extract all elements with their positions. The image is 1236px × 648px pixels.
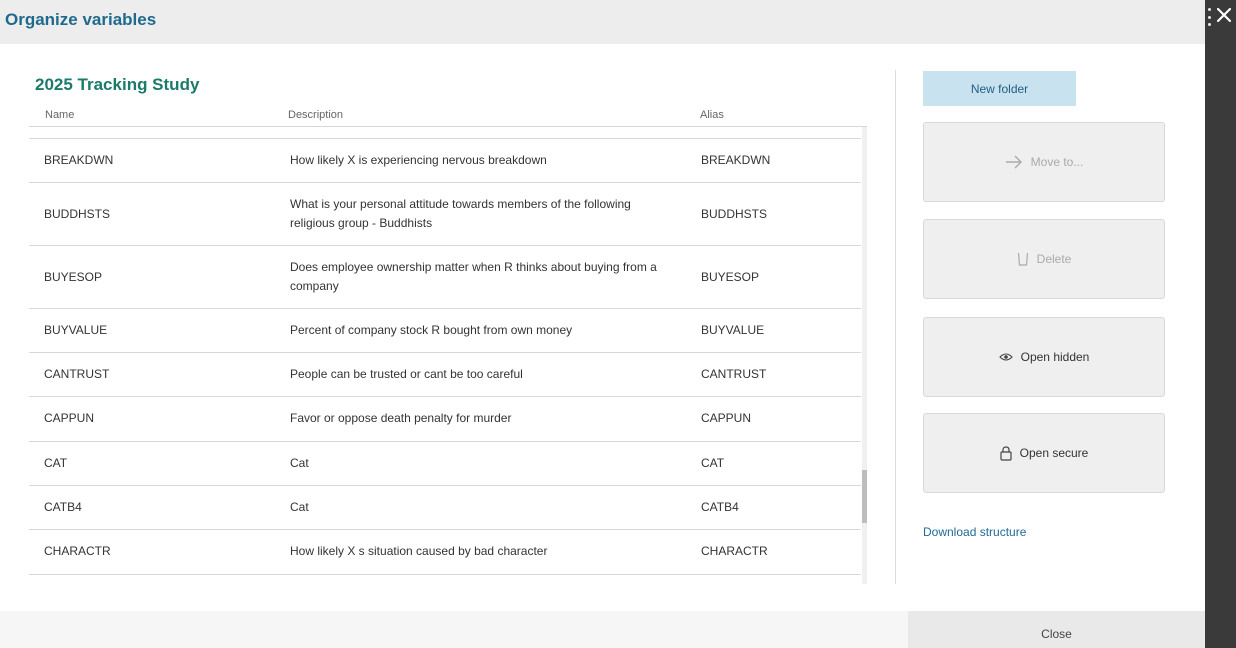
table-row[interactable]: BUDDHSTS What is your personal attitude … [29, 183, 861, 246]
open-hidden-label: Open hidden [1020, 350, 1090, 364]
variable-name: CAT [44, 456, 68, 470]
variable-name: BUYVALUE [44, 323, 108, 337]
variable-description: Favor or oppose death penalty for murder [290, 411, 512, 425]
delete-label: Delete [1036, 252, 1072, 266]
variables-table[interactable]: BREAKDWN How likely X is experiencing ne… [29, 127, 867, 584]
study-title: 2025 Tracking Study [35, 75, 200, 94]
variable-alias: CAT [701, 456, 725, 470]
variable-alias: CANTRUST [701, 367, 767, 381]
variable-name: BREAKDWN [44, 153, 114, 167]
variable-description: Percent of company stock R bought from o… [290, 323, 573, 337]
close-icon[interactable] [1214, 5, 1234, 25]
column-header-alias[interactable]: Alias [700, 109, 724, 121]
table-row[interactable]: CAT Cat CAT [29, 442, 861, 486]
variable-alias: CHARACTR [701, 544, 768, 558]
variable-alias: BUDDHSTS [701, 207, 768, 221]
column-header-name[interactable]: Name [45, 109, 74, 121]
move-to-label: Move to... [1030, 155, 1084, 169]
organize-variables-dialog: Organize variables 2025 Tracking Study N… [0, 0, 1205, 648]
variable-description: How likely X s situation caused by bad c… [290, 544, 548, 558]
new-folder-button[interactable]: New folder [923, 71, 1076, 106]
variable-description: People can be trusted or cant be too car… [290, 367, 523, 381]
table-scrollbar-thumb[interactable] [862, 470, 867, 523]
variable-alias: BUYESOP [701, 270, 760, 284]
trash-icon [1017, 252, 1029, 266]
table-row[interactable]: CATB4 Cat CATB4 [29, 486, 861, 530]
close-button[interactable]: Close [908, 611, 1205, 648]
variable-name: CANTRUST [44, 367, 110, 381]
table-row[interactable]: BREAKDWN How likely X is experiencing ne… [29, 139, 861, 183]
dialog-footer: Close [0, 611, 1205, 648]
open-secure-label: Open secure [1019, 446, 1089, 460]
table-header: Name Description Alias [29, 106, 867, 127]
variable-alias: CAPPUN [701, 411, 752, 425]
variable-description: What is your personal attitude towards m… [290, 197, 631, 230]
dialog-header: Organize variables [0, 0, 1205, 44]
column-header-description[interactable]: Description [288, 109, 343, 121]
download-structure-link[interactable]: Download structure [923, 525, 1026, 539]
delete-button[interactable]: Delete [923, 219, 1165, 299]
table-row[interactable]: CAPPUN Favor or oppose death penalty for… [29, 397, 861, 442]
side-panel-strip [1205, 0, 1236, 648]
dialog-title: Organize variables [5, 10, 157, 29]
variable-description: How likely X is experiencing nervous bre… [290, 153, 547, 167]
variable-name: CATB4 [44, 500, 82, 514]
variable-description: Cat [290, 500, 309, 514]
variable-name: CAPPUN [44, 411, 95, 425]
open-secure-button[interactable]: Open secure [923, 413, 1165, 493]
arrow-right-icon [1005, 155, 1023, 169]
variable-description: Does employee ownership matter when R th… [290, 260, 657, 293]
table-row-partial[interactable] [29, 127, 861, 139]
table-row[interactable]: BUYVALUE Percent of company stock R boug… [29, 309, 861, 353]
variable-description: Cat [290, 456, 309, 470]
table-row[interactable]: CHARACTR How likely X s situation caused… [29, 530, 861, 575]
table-row[interactable]: BUYESOP Does employee ownership matter w… [29, 246, 861, 309]
table-row[interactable]: CANTRUST People can be trusted or cant b… [29, 353, 861, 397]
lock-icon [1000, 445, 1012, 461]
panel-divider [895, 70, 896, 584]
open-hidden-button[interactable]: Open hidden [923, 317, 1165, 397]
drag-dots-icon[interactable] [1208, 8, 1212, 26]
move-to-button[interactable]: Move to... [923, 122, 1165, 202]
variable-alias: BUYVALUE [701, 323, 765, 337]
variable-name: BUDDHSTS [44, 207, 111, 221]
variable-name: CHARACTR [44, 544, 111, 558]
eye-icon [998, 352, 1013, 362]
variable-name: BUYESOP [44, 270, 103, 284]
variable-alias: CATB4 [701, 500, 739, 514]
variable-alias: BREAKDWN [701, 153, 771, 167]
